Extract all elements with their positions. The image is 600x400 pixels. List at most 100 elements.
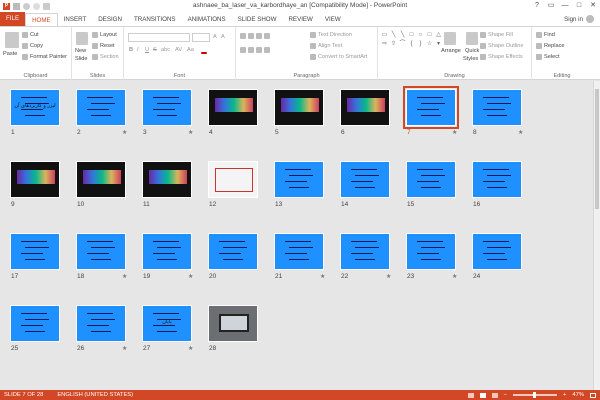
font-size-combo[interactable]: [192, 33, 210, 42]
slide-thumbnail[interactable]: [208, 89, 258, 126]
shape-oval-icon[interactable]: ○: [416, 31, 425, 40]
ribbon-display-icon[interactable]: ▭: [544, 0, 558, 12]
shape-rect-icon[interactable]: □: [425, 31, 434, 40]
text-direction-button[interactable]: Text Direction: [310, 32, 352, 38]
redo-icon[interactable]: [33, 2, 40, 10]
slide-thumbnail[interactable]: [10, 233, 60, 270]
tab-file[interactable]: FILE: [0, 12, 26, 26]
slideshow-icon[interactable]: [43, 2, 50, 10]
slide-thumbnail[interactable]: [208, 233, 258, 270]
quick-styles-button-2[interactable]: Styles: [463, 56, 478, 62]
convert-smartart-button[interactable]: Convert to SmartArt: [310, 54, 367, 60]
bold-button[interactable]: B: [129, 47, 133, 53]
slide-thumbnail[interactable]: [274, 233, 324, 270]
slide-thumbnail[interactable]: [76, 89, 126, 126]
minimize-icon[interactable]: —: [558, 0, 572, 12]
paste-icon[interactable]: [5, 32, 19, 48]
animation-star-icon[interactable]: ★: [122, 273, 127, 280]
animation-star-icon[interactable]: ★: [188, 345, 193, 352]
format-painter-button[interactable]: Format Painter: [22, 54, 67, 60]
slide-thumbnail[interactable]: [142, 161, 192, 198]
tab-insert[interactable]: INSERT: [58, 13, 93, 26]
scrollbar-thumb[interactable]: [595, 89, 599, 209]
normal-view-icon[interactable]: [467, 392, 474, 398]
quick-styles-button[interactable]: Quick: [465, 48, 479, 54]
shape-brace-icon[interactable]: {: [407, 40, 416, 49]
tab-transitions[interactable]: TRANSITIONS: [128, 13, 182, 26]
zoom-slider-knob[interactable]: [533, 392, 536, 398]
shadow-button[interactable]: abc: [161, 47, 170, 53]
tab-animations[interactable]: ANIMATIONS: [182, 13, 232, 26]
vertical-scrollbar[interactable]: [593, 81, 600, 390]
shape-line-icon[interactable]: ╲: [398, 31, 407, 40]
slide-thumbnail[interactable]: [274, 89, 324, 126]
slide-thumbnail[interactable]: [76, 161, 126, 198]
tab-design[interactable]: DESIGN: [92, 13, 128, 26]
slide-thumbnail[interactable]: لیزر و کاربردهای آن: [10, 89, 60, 126]
zoom-slider[interactable]: [513, 392, 557, 398]
fit-slide-icon[interactable]: [590, 392, 596, 398]
animation-star-icon[interactable]: ★: [386, 273, 391, 280]
slide-thumbnail[interactable]: [76, 305, 126, 342]
font-color-button[interactable]: [201, 47, 207, 54]
help-icon[interactable]: ?: [530, 0, 544, 12]
tab-home[interactable]: HOME: [25, 13, 58, 26]
spacing-button[interactable]: AV: [175, 47, 182, 53]
shape-arrow-icon[interactable]: ⇧: [389, 40, 398, 49]
animation-star-icon[interactable]: ★: [452, 273, 457, 280]
shape-star-icon[interactable]: ☆: [425, 40, 434, 49]
arrange-icon[interactable]: [444, 32, 456, 45]
quick-styles-icon[interactable]: [466, 32, 478, 45]
shape-rect-icon[interactable]: □: [407, 31, 416, 40]
slide-thumbnail[interactable]: [406, 161, 456, 198]
layout-button[interactable]: Layout: [92, 32, 117, 38]
find-button[interactable]: Find: [536, 32, 555, 38]
slide-thumbnail[interactable]: [208, 305, 258, 342]
animation-star-icon[interactable]: ★: [122, 129, 127, 136]
slide-thumbnail[interactable]: [472, 89, 522, 126]
sorter-view-icon[interactable]: [479, 392, 486, 398]
animation-star-icon[interactable]: ★: [452, 129, 457, 136]
animation-star-icon[interactable]: ★: [188, 273, 193, 280]
shape-triangle-icon[interactable]: △: [434, 31, 443, 40]
shape-fill-button[interactable]: Shape Fill: [480, 32, 513, 38]
zoom-level[interactable]: 47%: [572, 392, 584, 398]
shape-arrow-icon[interactable]: ⇨: [380, 40, 389, 49]
copy-button[interactable]: Copy: [22, 43, 43, 49]
shape-arc-icon[interactable]: ⌒: [398, 40, 407, 49]
slide-thumbnail[interactable]: [142, 89, 192, 126]
animation-star-icon[interactable]: ★: [320, 273, 325, 280]
change-case-button[interactable]: Aa: [187, 47, 194, 53]
select-button[interactable]: Select: [536, 54, 560, 60]
replace-button[interactable]: Replace: [536, 43, 565, 49]
align-text-button[interactable]: Align Text: [310, 43, 342, 49]
zoom-in-button[interactable]: +: [563, 392, 566, 398]
strike-button[interactable]: S: [153, 47, 157, 53]
italic-button[interactable]: I: [137, 47, 139, 53]
font-name-combo[interactable]: [128, 33, 190, 42]
slide-thumbnail[interactable]: [274, 161, 324, 198]
shape-outline-button[interactable]: Shape Outline: [480, 43, 523, 49]
tab-view[interactable]: VIEW: [319, 13, 347, 26]
slide-thumbnail[interactable]: [340, 233, 390, 270]
language-indicator[interactable]: ENGLISH (UNITED STATES): [57, 392, 133, 398]
slide-thumbnail[interactable]: [208, 161, 258, 198]
reset-button[interactable]: Reset: [92, 43, 115, 49]
slide-thumbnail[interactable]: [10, 161, 60, 198]
section-button[interactable]: Section: [92, 54, 119, 60]
arrange-button[interactable]: Arrange: [441, 48, 461, 54]
slide-thumbnail[interactable]: پایان: [142, 305, 192, 342]
tab-slide-show[interactable]: SLIDE SHOW: [232, 13, 283, 26]
animation-star-icon[interactable]: ★: [518, 129, 523, 136]
animation-star-icon[interactable]: ★: [122, 345, 127, 352]
slide-thumbnail[interactable]: [10, 305, 60, 342]
new-slide-icon[interactable]: [76, 32, 88, 45]
shape-effects-button[interactable]: Shape Effects: [480, 54, 523, 60]
slide-thumbnail[interactable]: [472, 233, 522, 270]
shrink-font-button[interactable]: A: [221, 34, 225, 40]
grow-font-button[interactable]: A: [213, 34, 217, 40]
reading-view-icon[interactable]: [491, 392, 498, 398]
zoom-out-button[interactable]: −: [504, 392, 507, 398]
cut-button[interactable]: Cut: [22, 32, 39, 38]
shape-line-icon[interactable]: ╲: [389, 31, 398, 40]
